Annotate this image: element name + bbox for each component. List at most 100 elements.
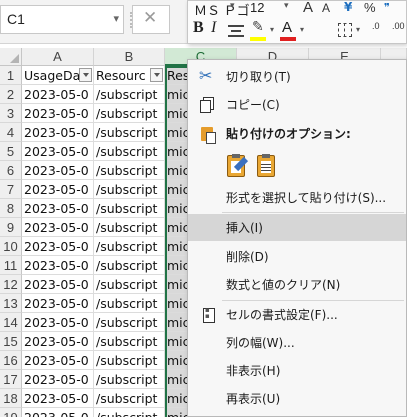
table-cell[interactable]: /subscript <box>94 123 165 142</box>
decrease-font-size-button[interactable]: A <box>322 1 330 15</box>
table-cell[interactable]: 2023-05-0 <box>22 180 94 199</box>
table-cell[interactable]: 2023-05-0 <box>22 256 94 275</box>
chevron-down-icon[interactable]: ▾ <box>356 25 360 47</box>
bold-button[interactable]: B <box>193 19 204 41</box>
row-header[interactable]: 4 <box>0 123 22 142</box>
table-cell[interactable]: 2023-05-0 <box>22 123 94 142</box>
table-cell[interactable]: 2023-05-0 <box>22 161 94 180</box>
column-header-a[interactable]: A <box>22 48 94 66</box>
row-header[interactable]: 18 <box>0 389 22 408</box>
percent-style-button[interactable]: % <box>364 0 376 15</box>
select-all-button[interactable] <box>0 48 22 66</box>
name-box[interactable]: C1 ▾ <box>0 5 124 34</box>
row-header[interactable]: 6 <box>0 161 22 180</box>
row-header[interactable]: 14 <box>0 313 22 332</box>
row-header[interactable]: 2 <box>0 85 22 104</box>
chevron-down-icon[interactable]: ▾ <box>113 12 119 25</box>
row-header[interactable]: 19 <box>0 408 22 417</box>
table-cell[interactable]: /subscript <box>94 351 165 370</box>
table-cell[interactable]: 2023-05-0 <box>22 237 94 256</box>
chevron-down-icon[interactable]: ▾ <box>300 25 304 47</box>
row-header[interactable]: 9 <box>0 218 22 237</box>
table-cell[interactable]: /subscript <box>94 275 165 294</box>
table-cell[interactable]: /subscript <box>94 104 165 123</box>
table-cell[interactable]: 2023-05-0 <box>22 199 94 218</box>
format-cells-icon <box>199 306 217 324</box>
menu-item-hide[interactable]: 非表示(H) <box>188 357 406 384</box>
table-cell[interactable]: /subscript <box>94 294 165 313</box>
font-name-box[interactable]: ＭＳ Ｐゴ <box>194 0 250 19</box>
table-cell[interactable]: /subscript <box>94 161 165 180</box>
table-cell[interactable]: /subscript <box>94 332 165 351</box>
menu-item-cut[interactable]: 切り取り(T) <box>188 63 406 90</box>
table-cell[interactable]: 2023-05-0 <box>22 389 94 408</box>
table-cell[interactable]: 2023-05-0 <box>22 408 94 417</box>
table-cell[interactable]: /subscript <box>94 389 165 408</box>
cancel-entry-button[interactable]: ✕ <box>132 5 170 34</box>
row-header[interactable]: 8 <box>0 199 22 218</box>
table-cell[interactable]: /subscript <box>94 408 165 417</box>
currency-format-button[interactable]: ¥ <box>344 0 352 14</box>
table-cell[interactable]: 2023-05-0 <box>22 313 94 332</box>
menu-item-paste-special[interactable]: 形式を選択して貼り付け(S)... <box>188 184 406 211</box>
row-header[interactable]: 7 <box>0 180 22 199</box>
table-cell[interactable]: /subscript <box>94 370 165 389</box>
close-icon: ✕ <box>143 8 158 28</box>
cell-value: /subscript <box>96 220 158 235</box>
filter-dropdown-button[interactable] <box>150 68 163 82</box>
row-header[interactable]: 16 <box>0 351 22 370</box>
menu-item-column-width[interactable]: 列の幅(W)... <box>188 329 406 356</box>
increase-decimal-button[interactable]: .0 <box>372 21 380 43</box>
table-cell[interactable]: 2023-05-0 <box>22 351 94 370</box>
table-cell[interactable]: /subscript <box>94 85 165 104</box>
table-cell[interactable]: 2023-05-0 <box>22 218 94 237</box>
row-header[interactable]: 17 <box>0 370 22 389</box>
chevron-down-icon[interactable]: ▾ <box>230 1 235 11</box>
menu-item-format-cells[interactable]: セルの書式設定(F)... <box>188 301 406 328</box>
table-cell[interactable]: /subscript <box>94 199 165 218</box>
table-cell[interactable]: /subscript <box>94 313 165 332</box>
menu-item-insert[interactable]: 挿入(I) <box>188 214 406 241</box>
row-header[interactable]: 13 <box>0 294 22 313</box>
cell-value: 2023-05-0 <box>24 87 89 102</box>
row-header[interactable]: 5 <box>0 142 22 161</box>
italic-button[interactable]: I <box>211 19 216 41</box>
table-cell[interactable]: 2023-05-0 <box>22 294 94 313</box>
table-cell[interactable]: 2023-05-0 <box>22 332 94 351</box>
row-header[interactable]: 1 <box>0 66 22 85</box>
menu-item-unhide[interactable]: 再表示(U) <box>188 385 406 412</box>
table-cell[interactable]: /subscript <box>94 142 165 161</box>
table-cell[interactable]: 2023-05-0 <box>22 104 94 123</box>
menu-item-clear-contents[interactable]: 数式と値のクリア(N) <box>188 271 406 298</box>
table-cell[interactable]: 2023-05-0 <box>22 370 94 389</box>
menu-item-copy[interactable]: コピー(C) <box>188 91 406 118</box>
row-header[interactable]: 11 <box>0 256 22 275</box>
table-cell[interactable]: /subscript <box>94 218 165 237</box>
chevron-down-icon[interactable]: ▾ <box>284 1 289 11</box>
chevron-down-icon[interactable]: ▾ <box>270 25 274 47</box>
row-header[interactable]: 3 <box>0 104 22 123</box>
borders-icon[interactable] <box>338 23 352 37</box>
align-center-icon[interactable] <box>228 22 244 44</box>
cell-value: 2023-05-0 <box>24 391 89 406</box>
comma-style-button[interactable]: ❞ <box>384 1 390 14</box>
menu-heading-paste-options: 貼り付けのオプション: <box>188 120 406 147</box>
row-header[interactable]: 10 <box>0 237 22 256</box>
table-cell[interactable]: /subscript <box>94 237 165 256</box>
decrease-decimal-button[interactable]: .00 <box>392 21 405 43</box>
header-cell[interactable]: UsageDa <box>22 66 94 85</box>
table-cell[interactable]: /subscript <box>94 180 165 199</box>
row-header[interactable]: 12 <box>0 275 22 294</box>
increase-font-size-button[interactable]: A <box>303 0 313 16</box>
table-cell[interactable]: /subscript <box>94 256 165 275</box>
table-cell[interactable]: 2023-05-0 <box>22 85 94 104</box>
table-cell[interactable]: 2023-05-0 <box>22 142 94 161</box>
row-header[interactable]: 15 <box>0 332 22 351</box>
table-cell[interactable]: 2023-05-0 <box>22 275 94 294</box>
copy-icon <box>199 96 217 114</box>
menu-item-delete[interactable]: 削除(D) <box>188 243 406 270</box>
font-size-box[interactable]: 12 <box>250 0 264 15</box>
header-cell[interactable]: Resourc <box>94 66 165 85</box>
column-header-b[interactable]: B <box>94 48 165 66</box>
filter-dropdown-button[interactable] <box>79 68 92 82</box>
